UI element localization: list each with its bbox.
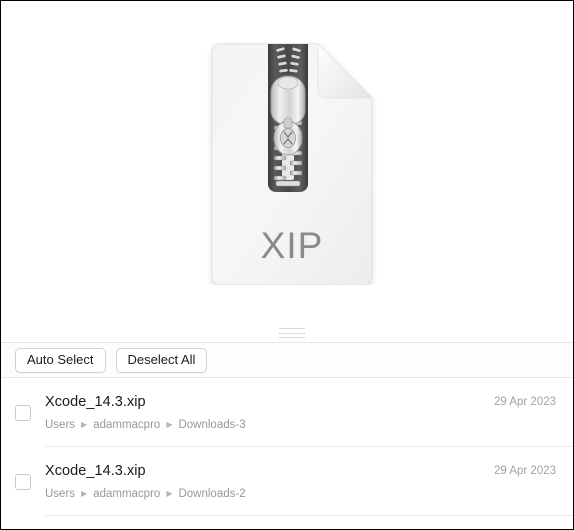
chevron-right-icon: ▶ (81, 420, 88, 429)
grab-handle-line (279, 337, 305, 338)
auto-select-button[interactable]: Auto Select (15, 347, 106, 373)
xip-extractor-window: groovyPost.com (0, 0, 574, 530)
file-date: 29 Apr 2023 (493, 396, 556, 408)
file-preview-pane: XIP (1, 1, 573, 342)
file-name: Xcode_14.3.xip (45, 463, 146, 479)
row-checkbox[interactable] (15, 473, 31, 490)
row-info: Xcode_14.3.xip Users ▶ adammacpro ▶ Down… (45, 462, 494, 501)
selection-toolbar: Auto Select Deselect All (1, 343, 573, 377)
grab-handle-line (279, 328, 305, 329)
file-list-row[interactable]: Xcode_14.3.xip Users ▶ adammacpro ▶ Down… (1, 447, 573, 516)
breadcrumb-segment: adammacpro (93, 419, 161, 431)
row-info: Xcode_14.3.xip Users ▶ adammacpro ▶ Down… (45, 393, 494, 432)
xip-archive-file-icon: XIP (204, 42, 380, 286)
file-date: 29 Apr 2023 (493, 465, 556, 477)
row-separator (45, 515, 573, 516)
chevron-right-icon: ▶ (81, 489, 88, 498)
chevron-right-icon: ▶ (166, 489, 173, 498)
file-path-breadcrumb: Users ▶ adammacpro ▶ Downloads-3 (45, 418, 494, 432)
file-list: Xcode_14.3.xip Users ▶ adammacpro ▶ Down… (1, 378, 573, 529)
file-name: Xcode_14.3.xip (45, 394, 146, 410)
chevron-right-icon: ▶ (166, 420, 173, 429)
breadcrumb-segment: Downloads-2 (178, 488, 246, 500)
file-list-row[interactable]: Xcode_14.3.xip Users ▶ adammacpro ▶ Down… (1, 378, 573, 447)
deselect-all-button[interactable]: Deselect All (115, 347, 208, 373)
breadcrumb-segment: Users (45, 419, 76, 431)
breadcrumb-segment: Users (45, 488, 76, 500)
pane-resize-handle[interactable] (279, 328, 305, 338)
file-path-breadcrumb: Users ▶ adammacpro ▶ Downloads-2 (45, 487, 494, 501)
row-checkbox[interactable] (15, 404, 31, 421)
breadcrumb-segment: Downloads-3 (178, 419, 246, 431)
svg-text:XIP: XIP (261, 225, 324, 266)
grab-handle-line (279, 332, 305, 334)
breadcrumb-segment: adammacpro (93, 488, 161, 500)
